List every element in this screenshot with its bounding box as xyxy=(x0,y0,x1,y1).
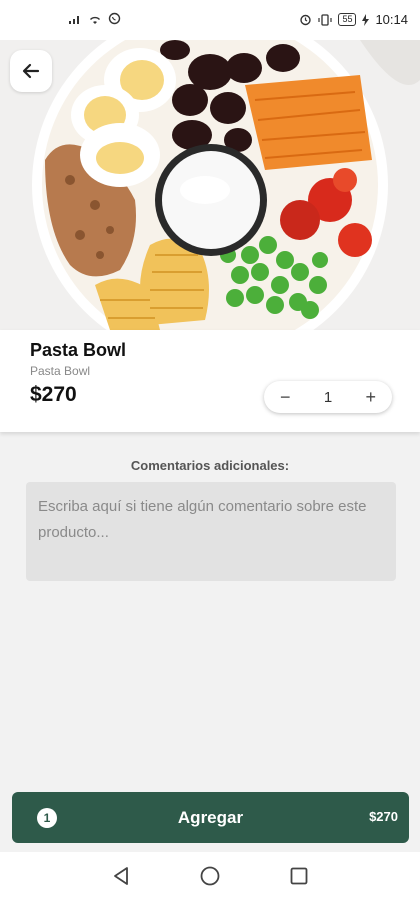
recents-icon[interactable] xyxy=(290,867,308,885)
comments-label: Comentarios adicionales: xyxy=(130,458,290,473)
system-nav-bar xyxy=(0,852,420,900)
home-icon[interactable] xyxy=(200,866,220,886)
status-bar: 55 10:14 xyxy=(0,0,420,40)
product-price: $270 xyxy=(30,383,77,406)
status-time: 10:14 xyxy=(375,12,408,27)
pasta-bowl-photo xyxy=(0,40,420,330)
alarm-icon xyxy=(300,14,312,26)
increase-quantity-button[interactable]: + xyxy=(365,387,376,408)
add-button-label: Agregar xyxy=(177,807,244,827)
back-button[interactable] xyxy=(10,50,52,92)
battery-icon: 55 xyxy=(338,13,357,26)
add-to-cart-button[interactable]: 1 Agregar $270 xyxy=(12,792,409,843)
comments-input[interactable] xyxy=(26,482,396,581)
decrease-quantity-button[interactable]: − xyxy=(280,387,291,408)
quantity-stepper: − 1 + xyxy=(264,381,392,413)
charging-icon xyxy=(362,13,370,26)
product-card: Pasta Bowl Pasta Bowl $270 − 1 + xyxy=(0,330,420,432)
add-button-price: $270 xyxy=(369,809,398,824)
product-subtitle: Pasta Bowl xyxy=(30,364,91,378)
status-right: 55 10:14 xyxy=(299,12,408,27)
arrow-left-icon xyxy=(22,63,40,79)
vibrate-icon xyxy=(318,13,333,26)
wifi-icon xyxy=(90,16,100,24)
whatsapp-icon xyxy=(108,12,121,25)
cart-count-badge: 1 xyxy=(37,808,57,828)
signal-icon xyxy=(69,15,79,24)
product-image xyxy=(0,40,420,330)
product-title: Pasta Bowl xyxy=(30,340,127,360)
back-icon[interactable] xyxy=(112,866,130,886)
quantity-value: 1 xyxy=(323,388,333,406)
status-left xyxy=(68,12,121,25)
